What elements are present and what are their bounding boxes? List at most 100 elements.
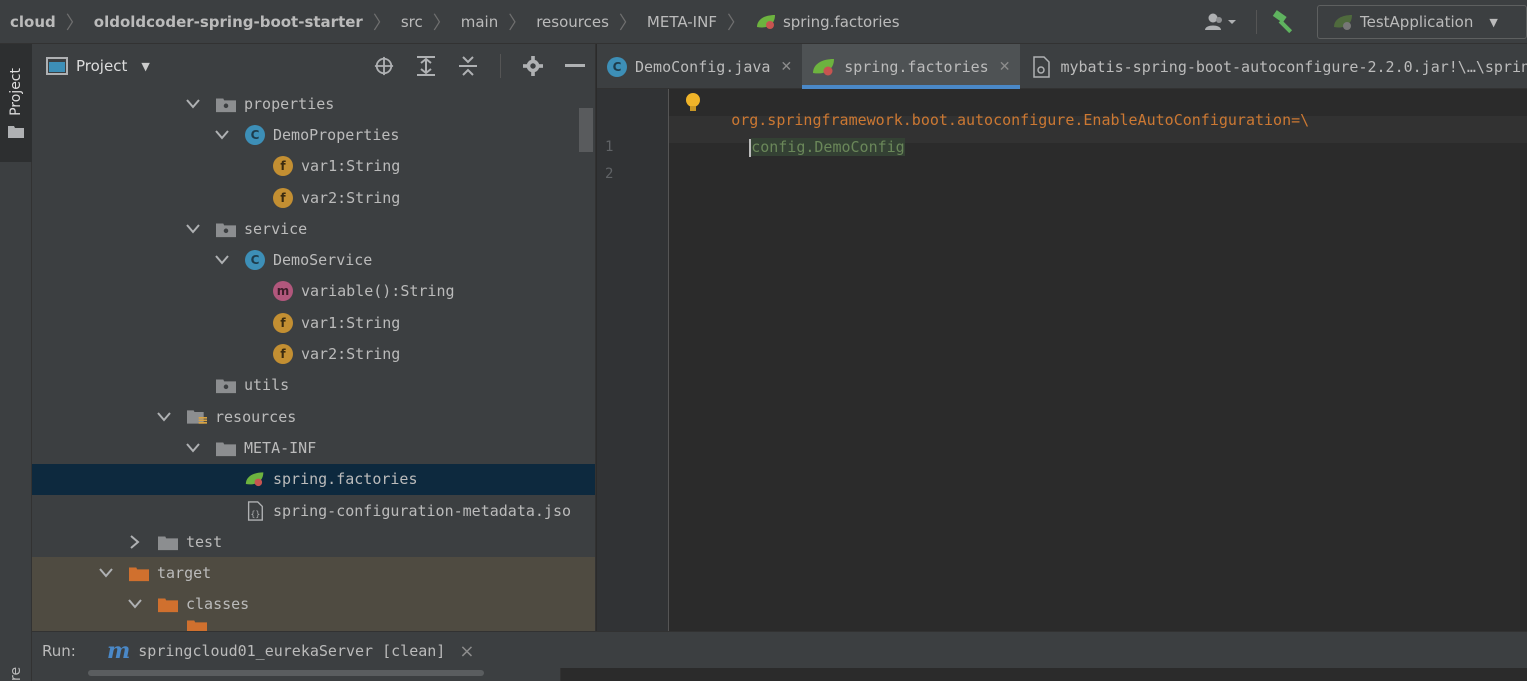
chevron-down-icon[interactable] — [184, 95, 202, 113]
tree-item-folder[interactable]: test — [32, 526, 595, 557]
tree-scrollbar-thumb[interactable] — [579, 108, 593, 152]
tree-item-label: test — [186, 532, 223, 551]
chevron-down-icon[interactable] — [126, 595, 144, 613]
project-tool-tab[interactable]: Project — [0, 44, 32, 162]
chevron-down-icon[interactable] — [213, 126, 231, 144]
structure-tool-tab[interactable]: re — [0, 650, 32, 681]
method-icon-letter: m — [273, 281, 293, 302]
tree-item-folder[interactable]: META-INF — [32, 432, 595, 463]
breadcrumb-main[interactable]: main — [451, 0, 508, 44]
tree-item-class[interactable]: C DemoService — [32, 244, 595, 275]
chevron-down-icon[interactable] — [213, 251, 231, 269]
tree-item-package[interactable]: properties — [32, 88, 595, 119]
run-tab-eureka-server[interactable]: m springcloud01_eurekaServer [clean] × — [107, 638, 474, 664]
user-icon[interactable] — [1204, 12, 1238, 32]
close-icon[interactable]: ✕ — [780, 59, 792, 75]
field-icon-letter: f — [273, 344, 293, 365]
tree-item-excluded-folder[interactable]: classes — [32, 588, 595, 621]
folder-icon — [158, 532, 178, 552]
project-tree[interactable]: properties C DemoProperties f var1:Strin… — [32, 88, 595, 631]
console-output — [560, 668, 1527, 681]
breadcrumb-label: spring.factories — [782, 12, 900, 31]
close-icon[interactable]: ✕ — [999, 59, 1011, 75]
project-panel: Project ▼ properties C DemoProperties f … — [32, 44, 596, 631]
breadcrumb-label: cloud — [10, 12, 56, 31]
chevron-down-icon[interactable] — [184, 220, 202, 238]
chevron-right-icon[interactable] — [126, 533, 144, 551]
json-file-icon: {} — [245, 500, 265, 521]
folder-icon — [8, 124, 24, 138]
tree-item-label: var1:String — [301, 157, 401, 176]
tree-item-method[interactable]: m variable():String — [32, 276, 595, 307]
project-tool-tab-label: Project — [8, 68, 24, 116]
tab-label: spring.factories — [844, 57, 989, 76]
tree-item-label: variable():String — [301, 282, 455, 301]
tree-item-label: DemoProperties — [273, 125, 400, 144]
package-folder-icon — [216, 219, 236, 239]
breadcrumb-label: oldoldcoder-spring-boot-starter — [93, 12, 363, 31]
tree-item-label: var2:String — [301, 188, 401, 207]
collapse-all-icon[interactable] — [458, 56, 478, 76]
tree-item-label: META-INF — [244, 438, 317, 457]
breadcrumb-meta-inf[interactable]: META-INF — [637, 0, 727, 44]
build-hammer-icon[interactable] — [1271, 10, 1297, 34]
close-icon[interactable]: × — [459, 641, 474, 662]
tree-item-field[interactable]: f var2:String — [32, 182, 595, 213]
run-label: Run: — [42, 642, 76, 660]
chevron-down-icon[interactable] — [184, 439, 202, 457]
tree-item-json-file[interactable]: {} spring-configuration-metadata.json — [32, 495, 595, 526]
breadcrumb-separator: 〉 — [508, 12, 527, 34]
excluded-folder-icon — [187, 616, 207, 631]
tab-demo-config[interactable]: C DemoConfig.java ✕ — [597, 44, 802, 89]
code-area[interactable]: org.springframework.boot.autoconfigure.E… — [669, 89, 1527, 631]
tree-item-field[interactable]: f var1:String — [32, 307, 595, 338]
run-configuration-select[interactable]: TestApplication ▼ — [1317, 5, 1527, 39]
breadcrumb-module[interactable]: oldoldcoder-spring-boot-starter — [84, 0, 373, 44]
tree-item-excluded-folder-partial[interactable] — [32, 620, 595, 631]
tree-item-class[interactable]: C DemoProperties — [32, 119, 595, 150]
tree-item-field[interactable]: f var2:String — [32, 338, 595, 369]
tab-mybatis-spring-factories[interactable]: mybatis-spring-boot-autoconfigure-2.2.0.… — [1020, 44, 1527, 89]
breadcrumb-cloud[interactable]: cloud — [0, 0, 66, 44]
breadcrumb-spring-factories[interactable]: spring.factories — [745, 0, 910, 44]
gear-icon[interactable] — [523, 56, 543, 76]
lightbulb-icon[interactable] — [683, 91, 703, 115]
tree-item-excluded-folder[interactable]: target — [32, 557, 595, 589]
tree-item-resources-folder[interactable]: resources — [32, 401, 595, 432]
breadcrumb-src[interactable]: src — [391, 0, 433, 44]
tree-item-label: var2:String — [301, 345, 401, 364]
project-view-selector[interactable]: Project — [76, 57, 127, 75]
property-value: config.DemoConfig — [751, 138, 905, 156]
tree-item-label: resources — [215, 407, 297, 426]
line-number: 2 — [605, 166, 614, 182]
tree-item-label: spring.factories — [273, 470, 418, 489]
separator — [1256, 10, 1257, 34]
editor-area: C DemoConfig.java ✕ spring.factories ✕ m… — [597, 44, 1527, 631]
field-icon-letter: f — [273, 187, 293, 208]
folder-icon — [216, 438, 236, 458]
tree-item-spring-factories[interactable]: spring.factories — [32, 463, 595, 495]
expand-all-icon[interactable] — [416, 56, 436, 76]
hide-panel-icon[interactable] — [565, 56, 585, 76]
chevron-down-icon[interactable] — [155, 408, 173, 426]
chevron-down-icon[interactable] — [97, 564, 115, 582]
class-icon: C — [245, 124, 265, 145]
tree-item-package[interactable]: service — [32, 213, 595, 244]
method-icon: m — [273, 281, 293, 302]
code-line-2: config.DemoConfig — [695, 120, 905, 175]
tree-item-package[interactable]: utils — [32, 370, 595, 401]
breadcrumb-resources[interactable]: resources — [526, 0, 619, 44]
run-tab-scrollbar[interactable] — [88, 670, 484, 676]
locate-crosshair-icon[interactable] — [374, 56, 394, 76]
structure-tool-tab-label: re — [8, 666, 24, 681]
tree-item-label: target — [157, 564, 212, 583]
class-icon-letter: C — [607, 56, 627, 77]
field-icon-letter: f — [273, 156, 293, 177]
chevron-down-icon[interactable]: ▼ — [141, 60, 149, 73]
breadcrumb-label: resources — [536, 12, 609, 31]
tree-item-field[interactable]: f var1:String — [32, 151, 595, 182]
class-icon: C — [607, 56, 627, 77]
breadcrumb-separator: 〉 — [372, 12, 391, 34]
tab-spring-factories[interactable]: spring.factories ✕ — [802, 44, 1021, 89]
chevron-down-icon: ▼ — [1489, 15, 1498, 29]
